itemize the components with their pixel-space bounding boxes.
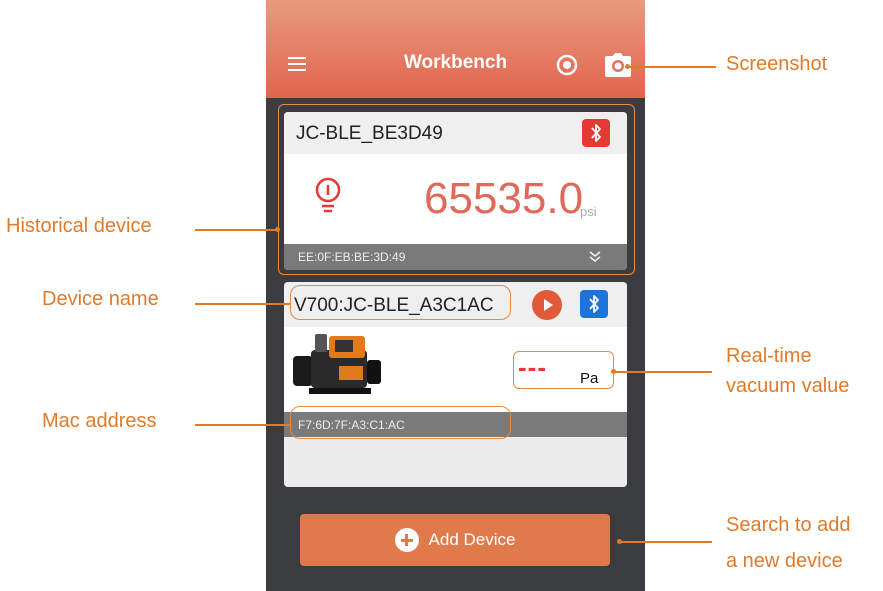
annotation-realtime-line1: Real-time bbox=[726, 345, 812, 367]
add-device-button[interactable]: Add Device bbox=[300, 514, 610, 566]
annotation-mac-address: Mac address bbox=[42, 410, 157, 432]
annotation-search-line1: Search to add bbox=[726, 514, 851, 536]
annotation-line bbox=[195, 229, 278, 231]
annotation-dot bbox=[617, 539, 622, 544]
annotation-search-line2: a new device bbox=[726, 550, 843, 572]
realtime-value-highlight bbox=[513, 351, 614, 389]
annotation-historical-device: Historical device bbox=[6, 215, 152, 237]
plus-circle-icon bbox=[394, 528, 419, 552]
annotation-line bbox=[195, 303, 290, 305]
annotation-realtime-line2: vacuum value bbox=[726, 375, 850, 397]
annotation-dot bbox=[275, 227, 280, 232]
annotation-line bbox=[195, 424, 290, 426]
annotation-dot bbox=[611, 369, 616, 374]
annotation-screenshot: Screenshot bbox=[726, 53, 828, 75]
bluetooth-icon[interactable] bbox=[580, 290, 608, 318]
annotation-device-name: Device name bbox=[42, 288, 159, 310]
historical-device-highlight bbox=[278, 104, 635, 275]
annotation-dot bbox=[625, 64, 630, 69]
annotation-line bbox=[620, 541, 712, 543]
vacuum-pump-image bbox=[293, 334, 381, 394]
annotation-line bbox=[628, 66, 716, 68]
device-name-highlight bbox=[290, 285, 511, 320]
app-title: Workbench bbox=[403, 52, 508, 73]
record-icon[interactable] bbox=[556, 54, 578, 76]
mac-address-highlight bbox=[290, 406, 511, 439]
annotation-line bbox=[614, 371, 712, 373]
add-device-label: Add Device bbox=[428, 530, 516, 549]
play-icon[interactable] bbox=[532, 290, 562, 320]
card-body-empty bbox=[284, 437, 627, 487]
app-bar: Workbench bbox=[266, 0, 645, 98]
